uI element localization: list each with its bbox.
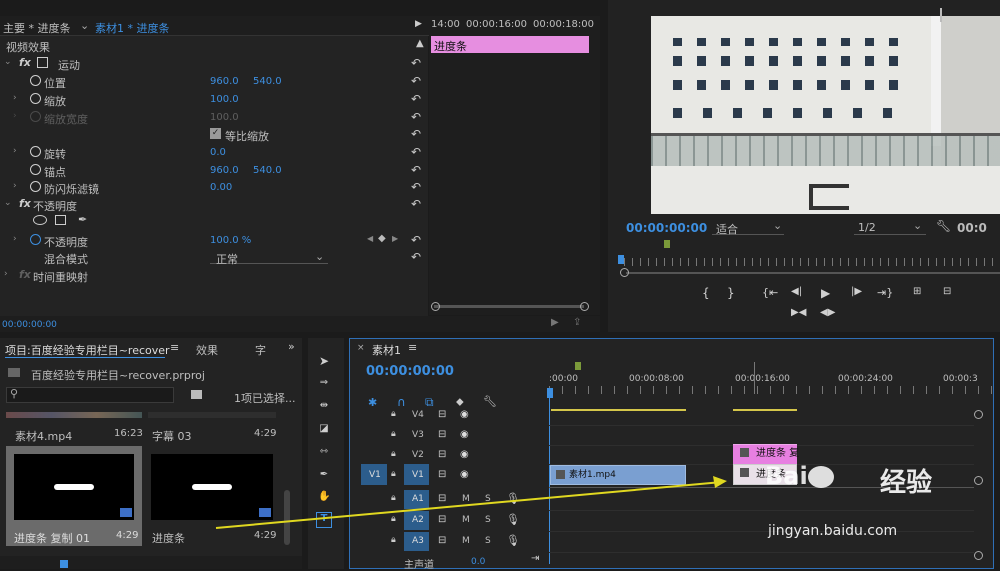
baidu-logo-watermark: Bai	[765, 462, 883, 516]
watermark-url: jingyan.baidu.com	[768, 523, 898, 539]
watermark-text: 经验	[880, 468, 933, 498]
